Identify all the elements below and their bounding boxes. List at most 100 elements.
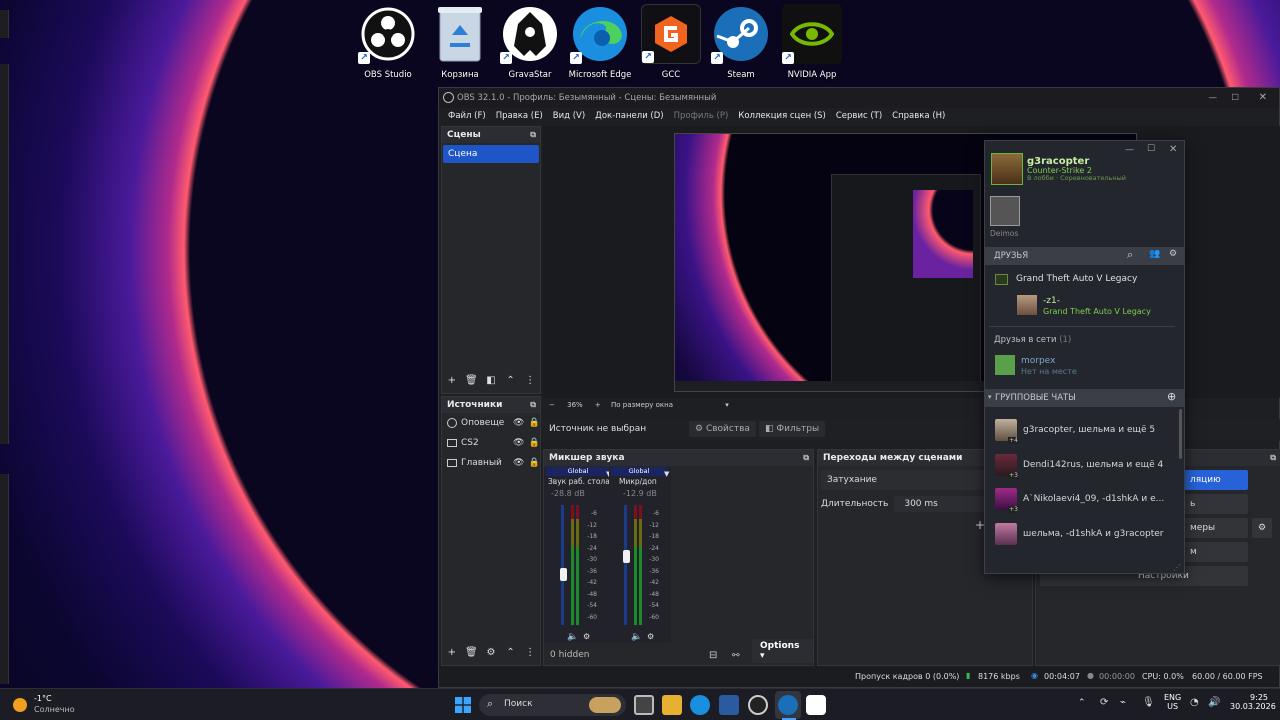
source-row[interactable]: CS2 👁 🔒	[442, 433, 540, 453]
sync-icon[interactable]: ⟳	[1100, 697, 1108, 708]
scrollbar[interactable]	[1179, 409, 1182, 459]
lock-icon[interactable]: 🔒	[528, 453, 539, 473]
filters-button[interactable]: ◧ Фильтры	[759, 421, 826, 437]
properties-button[interactable]: ⚙ Свойства	[689, 421, 756, 437]
volume-slider-handle[interactable]	[560, 568, 567, 581]
group-chat-item[interactable]: шельма, -d1shkA и g3racopter	[995, 522, 1180, 546]
speaker-icon[interactable]: 🔈	[631, 632, 642, 642]
volume-slider-track[interactable]	[624, 505, 627, 625]
add-icon[interactable]: +	[443, 375, 461, 391]
desktop-icon-gravastar[interactable]: ↗ GravaStar	[497, 4, 563, 80]
search-box[interactable]: ⌕ Поиск	[479, 694, 626, 716]
store-icon[interactable]	[719, 695, 739, 715]
fit-mode-select[interactable]: По размеру окна	[611, 401, 673, 409]
desktop-icon-recycle-bin[interactable]: Корзина	[427, 4, 493, 80]
steam-icon[interactable]	[778, 695, 798, 715]
clock[interactable]: 9:25 30.03.2026	[1230, 693, 1276, 711]
close-button[interactable]: ✕	[1259, 88, 1267, 108]
microphone-icon[interactable]: 🎙	[1142, 697, 1155, 708]
edge-icon[interactable]	[690, 695, 710, 715]
channel-name[interactable]: Микр/доп	[609, 476, 667, 488]
menu-help[interactable]: Справка (H)	[887, 108, 950, 125]
add-group-icon[interactable]: ⊕	[1167, 390, 1176, 403]
deimos-avatar[interactable]	[990, 196, 1020, 226]
source-row[interactable]: Главный 👁 🔒	[442, 453, 540, 473]
menu-tools[interactable]: Сервис (T)	[831, 108, 887, 125]
eye-icon[interactable]: 👁	[513, 413, 524, 433]
volume-slider-track[interactable]	[561, 505, 564, 625]
settings-icon[interactable]: ⚙	[583, 632, 590, 641]
gravastar-icon[interactable]	[806, 695, 826, 715]
desktop-icon-edge[interactable]: ↗ Microsoft Edge	[567, 4, 633, 80]
avatar[interactable]	[991, 153, 1023, 185]
menu-edit[interactable]: Правка (E)	[491, 108, 548, 125]
add-icon[interactable]: +	[443, 647, 461, 663]
lock-icon[interactable]: 🔒	[528, 413, 539, 433]
weather-temp[interactable]: -1°C	[34, 694, 52, 703]
file-explorer-icon[interactable]	[662, 695, 682, 715]
speaker-icon[interactable]: 🔈	[567, 632, 578, 642]
friend-name[interactable]: morpex	[1021, 356, 1055, 366]
group-chat-item[interactable]: +3 Dendi142rus, шельма и ещё 4	[995, 453, 1180, 479]
maximize-button[interactable]: ☐	[1147, 144, 1155, 154]
resize-grip-icon[interactable]: ⋰	[1173, 563, 1181, 572]
mixer-layout-icon[interactable]: ⊟	[709, 650, 717, 661]
chevron-up-icon[interactable]: ⌃	[1078, 698, 1086, 708]
popout-icon[interactable]: ⧉	[530, 127, 536, 143]
filter-icon[interactable]: ◧	[482, 375, 500, 391]
friend-avatar[interactable]	[995, 355, 1015, 375]
minimize-button[interactable]: —	[1125, 145, 1134, 155]
settings-icon[interactable]: ⚙	[647, 632, 654, 641]
menu-file[interactable]: Файл (F)	[443, 108, 491, 125]
desktop-icon-steam[interactable]: ↗ Steam	[708, 4, 774, 80]
volume-slider-handle[interactable]	[623, 550, 630, 563]
group-chat-item[interactable]: +4 g3racopter, шельма и ещё 5	[995, 418, 1180, 444]
trash-icon[interactable]: 🗑	[462, 647, 480, 663]
search-icon[interactable]: ⌕	[1127, 248, 1133, 262]
windows-start-icon[interactable]	[455, 697, 471, 713]
lock-icon[interactable]: 🔒	[528, 433, 539, 453]
task-view-icon[interactable]	[634, 695, 654, 715]
link-icon[interactable]: ⚯	[732, 651, 740, 661]
obs-icon[interactable]	[748, 695, 768, 715]
network-icon[interactable]: ⌁	[1120, 697, 1126, 708]
friend-name[interactable]: -z1-	[1043, 296, 1060, 306]
group-chat-item[interactable]: +3 A`Nikolaevi4_09, -d1shkA и е...	[995, 487, 1180, 513]
chevron-up-icon[interactable]: ⌃	[502, 647, 520, 663]
popout-icon[interactable]: ⧉	[530, 397, 536, 413]
chevron-down-icon[interactable]: ▼	[664, 470, 669, 478]
add-friend-icon[interactable]: 👥	[1149, 249, 1160, 259]
desktop-icon-gcc[interactable]: ↗ GCC	[638, 4, 704, 80]
gear-icon[interactable]: ⚙	[482, 647, 500, 663]
trash-icon[interactable]: 🗑	[462, 375, 480, 391]
zoom-in-button[interactable]: +	[595, 401, 601, 409]
menu-view[interactable]: Вид (V)	[548, 108, 590, 125]
minimize-button[interactable]: —	[1209, 88, 1218, 108]
maximize-button[interactable]: ☐	[1231, 88, 1239, 108]
desktop-icon-obs[interactable]: ↗ OBS Studio	[355, 4, 421, 80]
friend-avatar[interactable]	[1017, 295, 1037, 315]
popout-icon[interactable]: ⧉	[1270, 450, 1276, 466]
settings-icon[interactable]: ⚙	[1169, 249, 1177, 259]
menu-docks[interactable]: Док-панели (D)	[590, 108, 668, 125]
weather-desc[interactable]: Солнечно	[34, 705, 75, 714]
scene-item[interactable]: Сцена	[443, 145, 539, 163]
popout-icon[interactable]: ⧉	[803, 450, 809, 466]
chevron-down-icon[interactable]: ▾	[725, 401, 729, 409]
menu-scene-collection[interactable]: Коллекция сцен (S)	[733, 108, 831, 125]
language-indicator[interactable]: ENG US	[1164, 693, 1181, 711]
zoom-out-button[interactable]: −	[549, 401, 555, 409]
desktop-icon-nvidia[interactable]: ↗ NVIDIA App	[779, 4, 845, 80]
options-button[interactable]: Options ▾	[752, 639, 813, 663]
wifi-icon[interactable]: ◔	[1190, 697, 1199, 708]
eye-icon[interactable]: 👁	[513, 433, 524, 453]
more-icon[interactable]: ⋮	[521, 647, 539, 663]
eye-icon[interactable]: 👁	[513, 453, 524, 473]
chevron-up-icon[interactable]: ⌃	[502, 375, 520, 391]
chevron-down-icon[interactable]: ▾	[988, 393, 992, 401]
more-icon[interactable]: ⋮	[521, 375, 539, 391]
close-button[interactable]: ✕	[1169, 144, 1177, 155]
gear-icon[interactable]: ⚙	[1252, 518, 1272, 538]
source-row[interactable]: Оповеще 👁 🔒	[442, 413, 540, 433]
volume-icon[interactable]: 🔊	[1208, 697, 1220, 708]
